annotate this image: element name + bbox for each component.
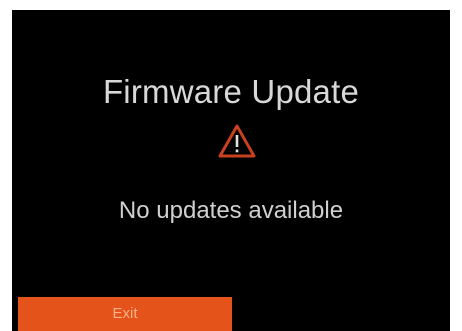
exit-button[interactable]: Exit xyxy=(18,297,232,331)
warning-triangle-icon xyxy=(217,123,257,159)
status-message: No updates available xyxy=(118,197,344,224)
firmware-update-screen: Firmware Update No updates available Exi… xyxy=(12,10,450,331)
screen-title: Firmware Update xyxy=(102,73,360,110)
